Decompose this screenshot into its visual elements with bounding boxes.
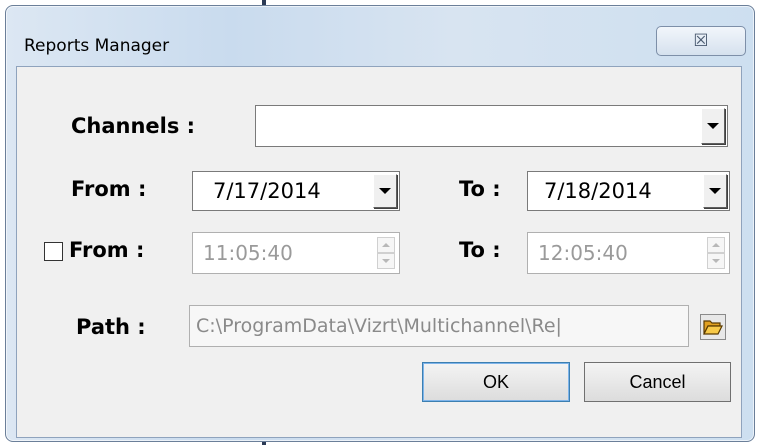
folder-open-icon <box>703 320 723 335</box>
channels-label: Channels : <box>71 114 196 138</box>
time-from-label: From : <box>69 238 145 262</box>
date-to-dropdown-button[interactable] <box>703 174 727 208</box>
reports-manager-dialog: Reports Manager ☒ Channels : From : 7/17… <box>5 5 755 442</box>
time-to-up-button[interactable] <box>707 237 725 253</box>
spin-down-icon <box>382 259 390 263</box>
time-to-label: To : <box>459 238 501 262</box>
date-to-value: 7/18/2014 <box>544 179 652 203</box>
spin-up-icon <box>382 243 390 247</box>
time-to-down-button[interactable] <box>707 253 725 269</box>
time-to-spin-buttons[interactable] <box>707 237 725 269</box>
path-label: Path : <box>76 315 146 339</box>
time-from-spin-buttons[interactable] <box>377 237 395 269</box>
cancel-button[interactable]: Cancel <box>584 362 731 402</box>
time-from-down-button[interactable] <box>377 253 395 269</box>
chevron-down-icon <box>709 188 721 194</box>
time-to-value: 12:05:40 <box>538 241 628 265</box>
time-from-up-button[interactable] <box>377 237 395 253</box>
time-to-spinner[interactable]: 12:05:40 <box>527 232 730 274</box>
date-to-picker[interactable]: 7/18/2014 <box>527 171 730 211</box>
date-to-label: To : <box>459 177 501 201</box>
time-from-spinner[interactable]: 11:05:40 <box>192 232 400 274</box>
channels-dropdown[interactable] <box>255 105 728 147</box>
date-from-value: 7/17/2014 <box>213 179 321 203</box>
channels-dropdown-button[interactable] <box>701 108 725 144</box>
chevron-down-icon <box>379 188 391 194</box>
browse-folder-button[interactable] <box>700 314 726 340</box>
path-input[interactable]: C:\ProgramData\Vizrt\Multichannel\Re| <box>189 305 689 347</box>
window-title: Reports Manager <box>24 36 170 56</box>
close-button[interactable]: ☒ <box>656 26 746 56</box>
dialog-body: Channels : From : 7/17/2014 To : 7/18/20… <box>16 66 742 438</box>
date-from-picker[interactable]: 7/17/2014 <box>192 171 400 211</box>
date-from-dropdown-button[interactable] <box>373 174 397 208</box>
ok-button[interactable]: OK <box>422 362 570 402</box>
chevron-down-icon <box>707 123 719 129</box>
date-from-label: From : <box>71 177 147 201</box>
time-filter-checkbox[interactable] <box>44 242 63 261</box>
spin-down-icon <box>712 259 720 263</box>
title-bar[interactable]: Reports Manager ☒ <box>6 6 754 56</box>
time-from-value: 11:05:40 <box>203 241 293 265</box>
path-value: C:\ProgramData\Vizrt\Multichannel\Re| <box>196 315 562 337</box>
spin-up-icon <box>712 243 720 247</box>
close-icon: ☒ <box>693 30 709 51</box>
